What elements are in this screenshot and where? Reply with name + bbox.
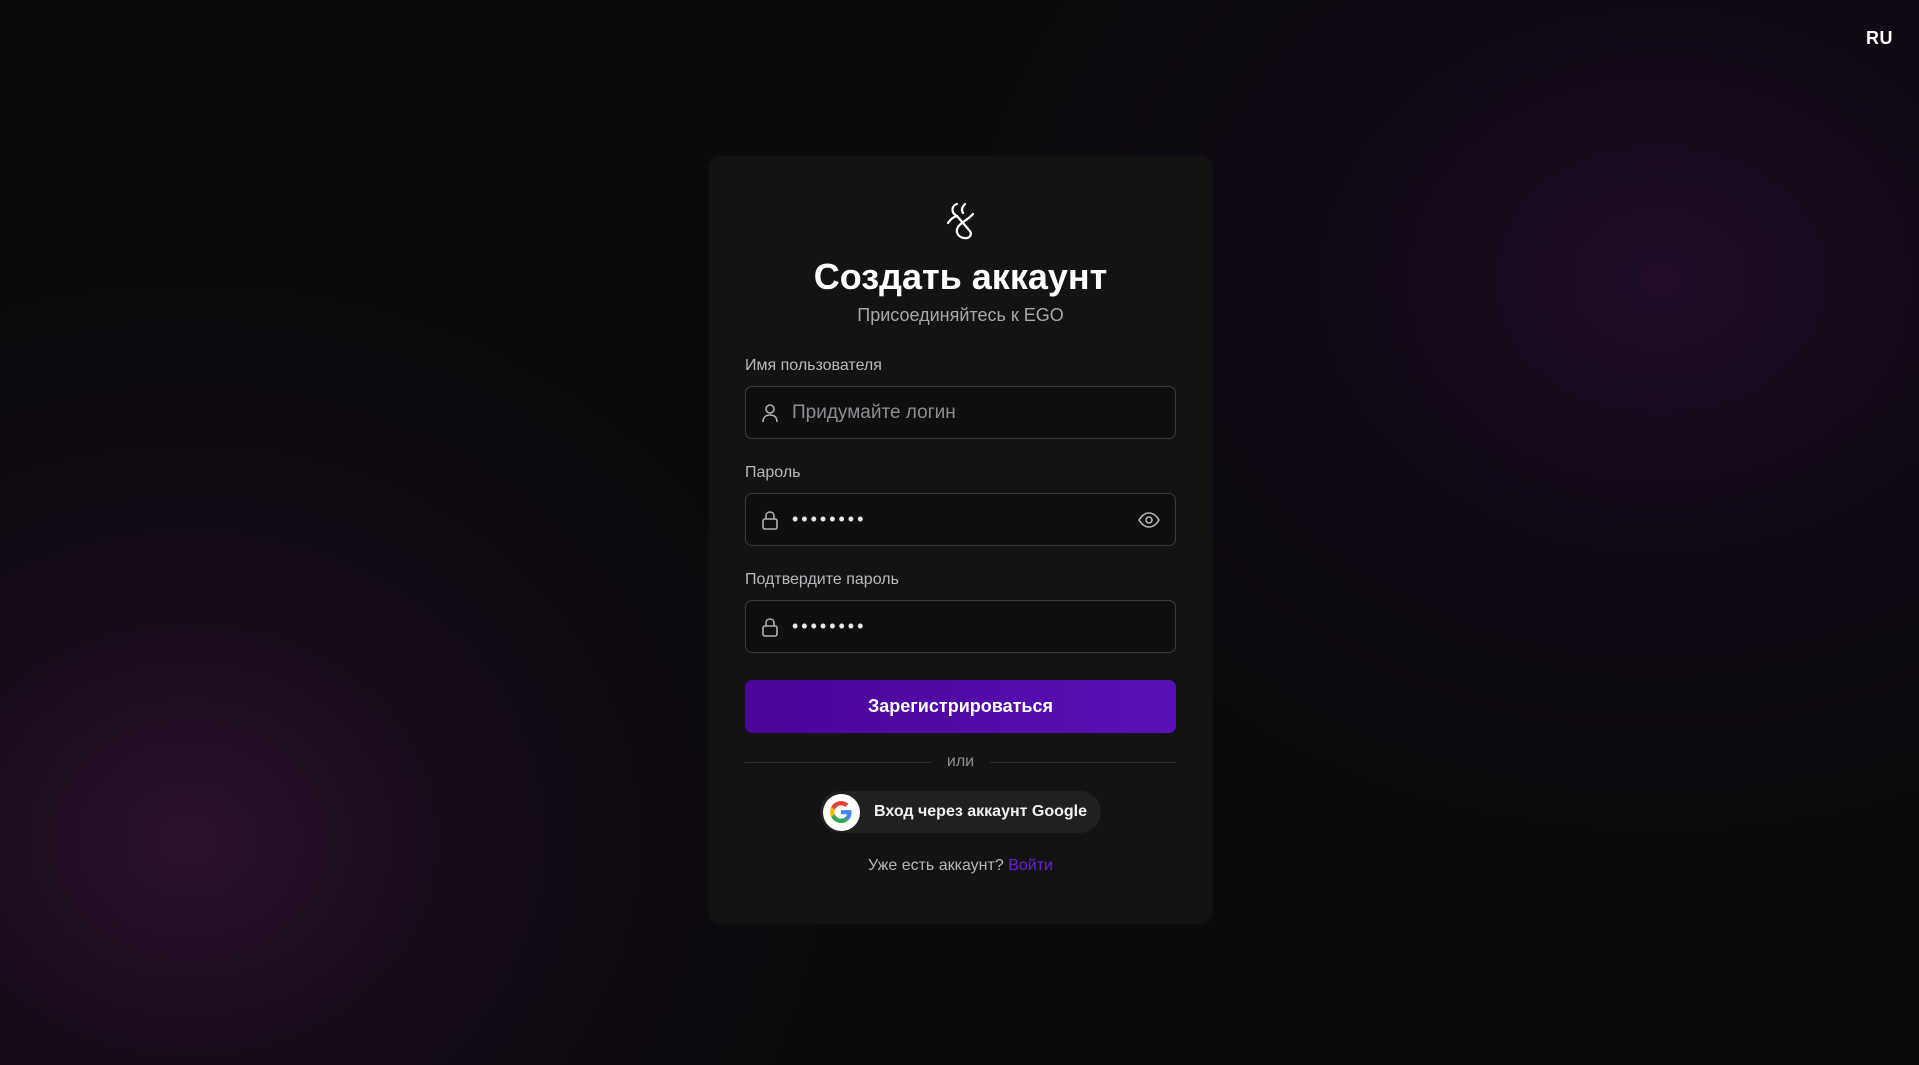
eye-icon[interactable] — [1137, 508, 1161, 532]
register-button[interactable]: Зарегистрироваться — [745, 680, 1176, 733]
confirm-password-field-wrapper — [745, 600, 1176, 653]
ego-logo-icon — [946, 202, 974, 240]
lock-icon — [760, 510, 780, 530]
password-field-wrapper — [745, 493, 1176, 546]
confirm-password-input[interactable] — [780, 601, 1175, 652]
login-question: Уже есть аккаунт? — [868, 857, 1004, 874]
confirm-password-label: Подтвердите пароль — [745, 571, 899, 588]
password-label: Пароль — [745, 464, 801, 481]
google-icon — [822, 793, 860, 831]
page-subtitle: Присоединяйтесь к EGO — [857, 305, 1064, 325]
username-label: Имя пользователя — [745, 357, 882, 374]
login-prompt: Уже есть аккаунт? Войти — [745, 857, 1176, 875]
google-signin-label: Вход через аккаунт Google — [873, 803, 1088, 820]
login-link[interactable]: Войти — [1008, 857, 1053, 874]
page-title: Создать аккаунт — [813, 256, 1108, 297]
divider-text: или — [946, 753, 975, 770]
user-icon — [760, 403, 780, 423]
google-signin-button[interactable]: Вход через аккаунт Google — [819, 791, 1102, 833]
signup-card: Создать аккаунт Присоединяйтесь к EGO Им… — [709, 156, 1212, 924]
divider-line-right — [990, 761, 1176, 763]
username-input[interactable] — [780, 387, 1175, 438]
language-switch[interactable]: RU — [1866, 28, 1893, 49]
divider-line-left — [745, 761, 931, 763]
lock-icon — [760, 617, 780, 637]
password-input[interactable] — [780, 494, 1137, 545]
username-field-wrapper — [745, 386, 1176, 439]
or-divider: или — [745, 753, 1176, 771]
